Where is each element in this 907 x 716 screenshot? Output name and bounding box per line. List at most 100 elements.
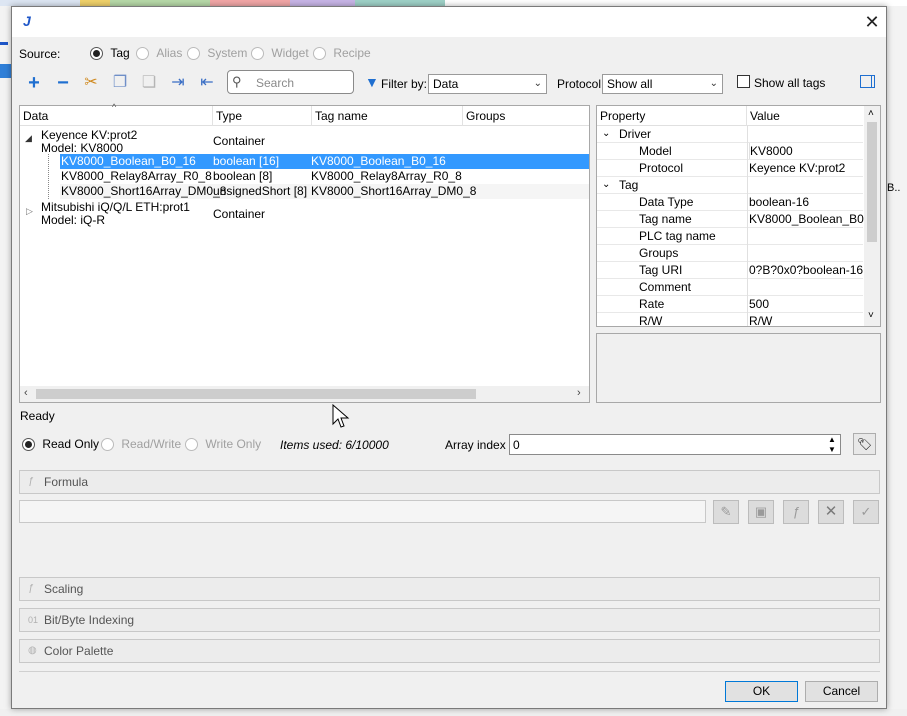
tree-line (48, 154, 49, 199)
source-recipe-radio[interactable]: Recipe (313, 46, 371, 61)
tag-tree: Data ^ Type Tag name Groups ◢ Keyence KV… (19, 102, 590, 403)
protocol-label: Protocol: (557, 77, 605, 91)
scroll-left-icon: ‹ (24, 387, 28, 399)
scrollbar-thumb[interactable] (36, 389, 476, 399)
source-alias-radio[interactable]: Alias (136, 46, 182, 61)
filter-select[interactable]: Data ⌄ (428, 74, 547, 94)
bit-byte-indexing-section[interactable]: 01 Bit/Byte Indexing (19, 608, 880, 632)
column-value[interactable]: Value (747, 106, 863, 126)
chevron-down-icon: ⌄ (602, 128, 611, 139)
remove-icon[interactable]: − (53, 73, 73, 93)
chevron-down-icon: ⌄ (533, 78, 542, 89)
scaling-icon: ƒ (28, 583, 34, 594)
column-groups[interactable]: Groups (463, 106, 589, 126)
items-used-text: Items used: 6/10000 (280, 438, 389, 452)
filter-icon: ▼ (365, 74, 379, 90)
add-icon[interactable]: + (24, 73, 44, 93)
save-formula-icon[interactable]: ▣ (748, 500, 774, 524)
spinner-up-icon: ▲ (828, 435, 836, 444)
scroll-down-icon: ˅ (868, 310, 874, 321)
cut-icon[interactable]: ✂ (81, 73, 101, 93)
source-label: Source: (19, 47, 61, 61)
formula-input[interactable] (19, 500, 706, 523)
property-row[interactable]: Data Type boolean-16 (597, 194, 863, 211)
horizontal-scrollbar[interactable]: ‹ › (20, 386, 589, 402)
clear-formula-icon[interactable]: ✕ (818, 500, 844, 524)
cancel-button[interactable]: Cancel (805, 681, 878, 702)
bit-icon: 01 (28, 615, 39, 625)
apply-formula-icon[interactable]: ✓ (853, 500, 879, 524)
paste-icon[interactable]: ❏ (139, 73, 159, 93)
write-only-radio[interactable]: Write Only (185, 437, 261, 452)
property-row[interactable]: Model KV8000 (597, 143, 863, 160)
show-all-tags-checkbox[interactable] (737, 75, 750, 88)
column-type[interactable]: Type (213, 106, 312, 126)
palette-icon: ◍ (28, 645, 37, 656)
read-write-radio[interactable]: Read/Write (101, 437, 181, 452)
property-row[interactable]: PLC tag name (597, 228, 863, 245)
array-index-spinner[interactable]: 0 ▲ ▼ (509, 434, 841, 455)
property-row[interactable]: Tag URI 0?B?0x0?boolean-16 (597, 262, 863, 279)
show-all-tags-label: Show all tags (754, 76, 826, 90)
vertical-scrollbar[interactable]: ˄ ˅ (864, 106, 880, 326)
property-row[interactable]: Groups (597, 245, 863, 262)
column-tag-name[interactable]: Tag name (312, 106, 463, 126)
tree-row[interactable]: KV8000_Relay8Array_R0_8 boolean [8] KV80… (60, 169, 589, 184)
search-placeholder: Search (256, 76, 295, 90)
tree-header: Data ^ Type Tag name Groups (20, 102, 589, 126)
tree-row[interactable]: KV8000_Short16Array_DM0_8 unsignedShort … (60, 184, 589, 199)
source-tag-radio[interactable]: Tag (90, 46, 130, 61)
background-bottom-edge (0, 709, 907, 716)
formula-icon: ƒ (28, 476, 34, 487)
toggle-panel-icon[interactable] (860, 75, 875, 88)
background-left-edge (0, 6, 11, 716)
properties-grid: Property Value ⌄ Driver Model KV8000 Pro… (596, 105, 881, 327)
sort-ascending-icon: ^ (112, 102, 117, 112)
status-text: Ready (20, 409, 55, 423)
close-button[interactable]: ✕ (860, 11, 884, 33)
property-row[interactable]: Rate 500 (597, 296, 863, 313)
function-icon[interactable]: ƒ (783, 500, 809, 524)
read-only-radio[interactable]: Read Only (22, 437, 99, 452)
export-icon[interactable]: ⇤ (197, 73, 217, 93)
column-divider (747, 126, 748, 326)
section-tag[interactable]: ⌄ Tag (597, 177, 863, 194)
property-row[interactable]: Protocol Keyence KV:prot2 (597, 160, 863, 177)
property-row[interactable]: Tag name KV8000_Boolean_B0... (597, 211, 874, 228)
source-system-radio[interactable]: System (187, 46, 247, 61)
source-widget-radio[interactable]: Widget (251, 46, 309, 61)
formula-section[interactable]: ƒ Formula (19, 470, 880, 494)
property-description-box (596, 333, 881, 403)
chevron-down-icon: ⌄ (602, 179, 611, 190)
property-row[interactable]: R/W R/W (597, 313, 863, 326)
divider (19, 671, 880, 672)
search-input[interactable]: ⚲ Search (227, 70, 354, 94)
column-property[interactable]: Property (597, 106, 747, 126)
spinner-down-icon: ▼ (828, 445, 836, 454)
mouse-cursor-icon (332, 404, 350, 428)
chevron-down-icon: ⌄ (709, 78, 718, 89)
color-palette-section[interactable]: ◍ Color Palette (19, 639, 880, 663)
copy-icon[interactable]: ❐ (110, 73, 130, 93)
array-index-label: Array index (445, 438, 506, 452)
scroll-up-icon: ˄ (868, 108, 874, 119)
expand-arrow-icon: ◢ (25, 133, 32, 143)
tree-group-keyence[interactable]: ◢ Keyence KV:prot2 Model: KV8000 Contain… (20, 128, 589, 155)
edit-formula-button[interactable]: ✎ (713, 500, 739, 524)
property-row[interactable]: Comment (597, 279, 863, 296)
scrollbar-thumb[interactable] (867, 122, 877, 242)
background-right-edge: B.. (886, 6, 907, 716)
protocol-select[interactable]: Show all ⌄ (602, 74, 723, 94)
properties-header: Property Value (597, 106, 863, 126)
search-icon: ⚲ (232, 74, 242, 89)
section-driver[interactable]: ⌄ Driver (597, 126, 863, 143)
ok-button[interactable]: OK (725, 681, 798, 702)
column-data[interactable]: Data (20, 106, 213, 126)
tree-row[interactable]: KV8000_Boolean_B0_16 boolean [16] KV8000… (60, 154, 589, 169)
scroll-right-icon: › (577, 387, 581, 399)
scaling-section[interactable]: ƒ Scaling (19, 577, 880, 601)
tag-icon[interactable]: 🏷 (853, 433, 876, 455)
import-icon[interactable]: ⇥ (168, 73, 188, 93)
collapsed-arrow-icon: ▷ (26, 206, 33, 216)
tree-group-mitsubishi[interactable]: ▷ Mitsubishi iQ/Q/L ETH:prot1 Model: iQ-… (20, 200, 589, 227)
